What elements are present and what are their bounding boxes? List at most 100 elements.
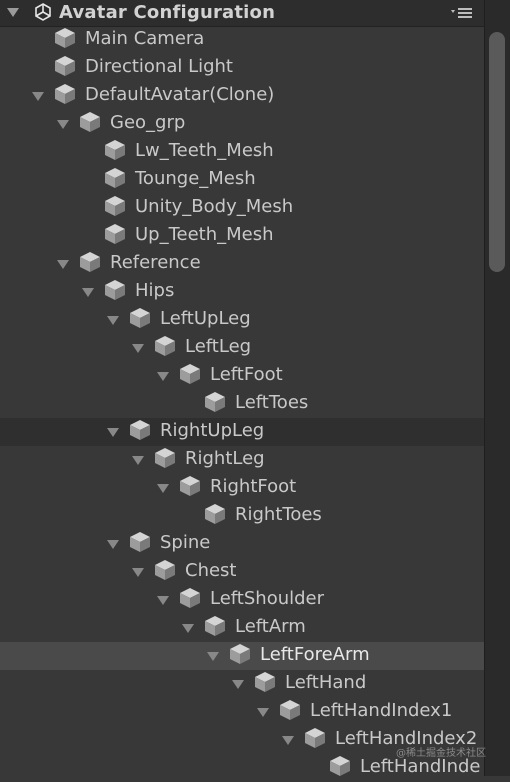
gameobject-cube-icon (179, 363, 201, 385)
hierarchy-item-label: DefaultAvatar(Clone) (85, 84, 275, 105)
hierarchy-item[interactable]: Reference (0, 250, 484, 278)
gameobject-cube-icon (304, 727, 326, 749)
hierarchy-item[interactable]: LeftForeArm (0, 642, 484, 670)
gameobject-cube-icon (279, 699, 301, 721)
hierarchy-item[interactable]: Spine (0, 530, 484, 558)
gameobject-cube-icon (179, 587, 201, 609)
hierarchy-item-label: Main Camera (85, 28, 205, 49)
expand-arrow-icon[interactable] (132, 456, 144, 465)
hierarchy-item-label: Lw_Teeth_Mesh (135, 140, 274, 161)
hierarchy-item-label: Geo_grp (110, 112, 186, 133)
gameobject-cube-icon (79, 251, 101, 273)
gameobject-cube-icon (54, 83, 76, 105)
hierarchy-item-label: Tounge_Mesh (135, 168, 256, 189)
gameobject-cube-icon (54, 55, 76, 77)
expand-arrow-icon[interactable] (107, 428, 119, 437)
expand-arrow-icon[interactable] (157, 596, 169, 605)
hierarchy-item[interactable]: LeftUpLeg (0, 306, 484, 334)
gameobject-cube-icon (129, 307, 151, 329)
expand-arrow-icon[interactable] (182, 624, 194, 633)
panel-header: Avatar Configuration (0, 0, 484, 27)
hierarchy-item-label: LeftHandIndex1 (310, 700, 453, 721)
collapse-arrow-icon[interactable] (7, 8, 19, 17)
hierarchy-item[interactable]: LeftFoot (0, 362, 484, 390)
gameobject-cube-icon (204, 615, 226, 637)
expand-arrow-icon[interactable] (107, 540, 119, 549)
hierarchy-item-label: Reference (110, 252, 201, 273)
expand-arrow-icon[interactable] (257, 708, 269, 717)
vertical-scrollbar[interactable] (484, 0, 510, 776)
expand-arrow-icon[interactable] (57, 120, 69, 129)
hierarchy-item-label: LeftForeArm (260, 644, 370, 665)
scrollbar-thumb[interactable] (489, 32, 505, 272)
expand-arrow-icon[interactable] (132, 568, 144, 577)
hierarchy-item-label: LeftToes (235, 392, 309, 413)
hierarchy-item[interactable]: Lw_Teeth_Mesh (0, 138, 484, 166)
hierarchy-item-label: LeftHandInde (360, 756, 481, 777)
hierarchy-item[interactable]: LeftLeg (0, 334, 484, 362)
hierarchy-item[interactable]: RightLeg (0, 446, 484, 474)
expand-arrow-icon[interactable] (82, 288, 94, 297)
hierarchy-item-label: RightToes (235, 504, 322, 525)
hierarchy-item[interactable]: LeftHandIndex1 (0, 698, 484, 726)
hierarchy-item-label: RightLeg (185, 448, 265, 469)
hierarchy-item[interactable]: LeftToes (0, 390, 484, 418)
hierarchy-item-label: LeftArm (235, 616, 306, 637)
hierarchy-item-label: LeftUpLeg (160, 308, 251, 329)
gameobject-cube-icon (79, 111, 101, 133)
hierarchy-item[interactable]: LeftShoulder (0, 586, 484, 614)
expand-arrow-icon[interactable] (282, 736, 294, 745)
hierarchy-item[interactable]: RightFoot (0, 474, 484, 502)
hierarchy-item[interactable]: RightUpLeg (0, 418, 484, 446)
expand-arrow-icon[interactable] (107, 316, 119, 325)
gameobject-cube-icon (104, 139, 126, 161)
hierarchy-item-label: LeftShoulder (210, 588, 325, 609)
hierarchy-item-label: Chest (185, 560, 237, 581)
hierarchy-item[interactable]: Tounge_Mesh (0, 166, 484, 194)
hierarchy-item-label: LeftHand (285, 672, 367, 693)
gameobject-cube-icon (154, 447, 176, 469)
gameobject-cube-icon (54, 27, 76, 49)
hierarchy-item-label: Unity_Body_Mesh (135, 196, 294, 217)
hierarchy-item[interactable]: Geo_grp (0, 110, 484, 138)
hierarchy-item[interactable]: Unity_Body_Mesh (0, 194, 484, 222)
dropdown-menu-icon[interactable] (450, 6, 476, 20)
panel-title: Avatar Configuration (59, 2, 276, 23)
expand-arrow-icon[interactable] (157, 372, 169, 381)
gameobject-cube-icon (154, 559, 176, 581)
gameobject-cube-icon (254, 671, 276, 693)
hierarchy-item[interactable]: LeftArm (0, 614, 484, 642)
hierarchy-item-label: LeftLeg (185, 336, 252, 357)
expand-arrow-icon[interactable] (132, 344, 144, 353)
hierarchy-item[interactable]: Hips (0, 278, 484, 306)
expand-arrow-icon[interactable] (207, 652, 219, 661)
hierarchy-item[interactable]: Main Camera (0, 26, 484, 54)
gameobject-cube-icon (129, 419, 151, 441)
gameobject-cube-icon (104, 223, 126, 245)
gameobject-cube-icon (154, 335, 176, 357)
hierarchy-item[interactable]: RightToes (0, 502, 484, 530)
gameobject-cube-icon (229, 643, 251, 665)
hierarchy-item[interactable]: Directional Light (0, 54, 484, 82)
hierarchy-item[interactable]: Chest (0, 558, 484, 586)
hierarchy-item[interactable]: Up_Teeth_Mesh (0, 222, 484, 250)
hierarchy-item-label: Directional Light (85, 56, 233, 77)
unity-logo-icon (35, 3, 51, 21)
expand-arrow-icon[interactable] (57, 260, 69, 269)
gameobject-cube-icon (204, 503, 226, 525)
hierarchy-item-label: Spine (160, 532, 211, 553)
hierarchy-item[interactable]: DefaultAvatar(Clone) (0, 82, 484, 110)
gameobject-cube-icon (104, 279, 126, 301)
expand-arrow-icon[interactable] (157, 484, 169, 493)
gameobject-cube-icon (179, 475, 201, 497)
gameobject-cube-icon (129, 531, 151, 553)
watermark-text: @稀土掘金技术社区 (396, 748, 486, 759)
hierarchy-item-label: RightFoot (210, 476, 297, 497)
hierarchy-item-label: Hips (135, 280, 175, 301)
gameobject-cube-icon (104, 195, 126, 217)
expand-arrow-icon[interactable] (232, 680, 244, 689)
gameobject-cube-icon (204, 391, 226, 413)
expand-arrow-icon[interactable] (32, 92, 44, 101)
hierarchy-item-label: Up_Teeth_Mesh (135, 224, 274, 245)
hierarchy-item[interactable]: LeftHand (0, 670, 484, 698)
